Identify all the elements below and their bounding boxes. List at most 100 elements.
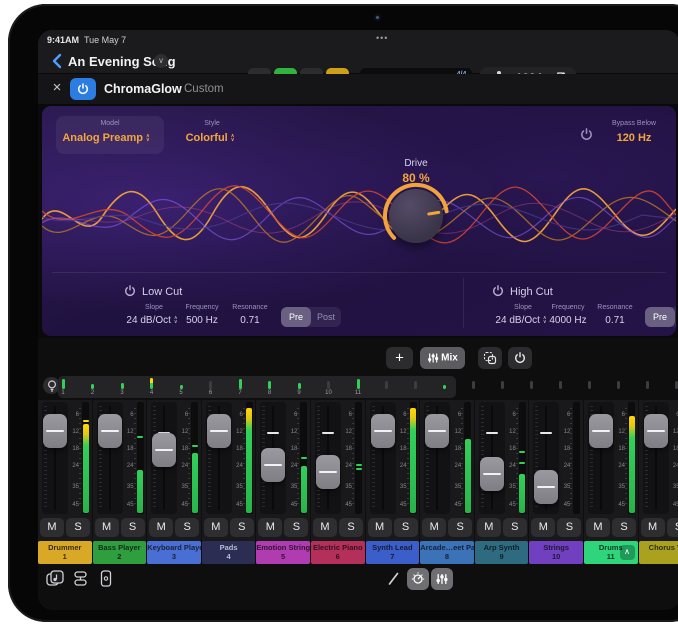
track-name-tile[interactable]: Bass Player2 [93, 541, 147, 564]
fader-track[interactable] [260, 402, 286, 514]
fader-handle[interactable] [207, 414, 231, 448]
fader-track[interactable] [206, 402, 232, 514]
close-plugin-button[interactable]: × [48, 79, 66, 96]
post-option[interactable]: Post [311, 307, 341, 327]
high-cut-resonance-value[interactable]: 0.71 [605, 315, 624, 326]
post-option[interactable]: Post [675, 307, 676, 327]
fader-handle[interactable] [425, 414, 449, 448]
track-name-tile[interactable]: Keyboard Player3 [147, 541, 201, 564]
high-cut-power-icon[interactable] [492, 285, 504, 297]
fader-track[interactable] [479, 402, 505, 514]
high-cut-pre-post-toggle[interactable]: Pre Post [645, 307, 676, 327]
fader-track[interactable] [533, 402, 559, 514]
bypass-below-value[interactable]: 120 Hz [617, 132, 652, 144]
mute-button[interactable]: M [313, 518, 337, 537]
fader-handle[interactable] [152, 433, 176, 467]
solo-button[interactable]: S [175, 518, 199, 537]
controller-icon[interactable] [100, 570, 112, 587]
solo-button[interactable]: S [394, 518, 418, 537]
fader-track[interactable] [370, 402, 396, 514]
fader-track[interactable] [42, 402, 68, 514]
low-cut-frequency-value[interactable]: 500 Hz [186, 315, 218, 326]
track-name-tile[interactable]: Electric Piano6 [311, 541, 365, 564]
fader-handle[interactable] [644, 414, 668, 448]
fader-track[interactable] [643, 402, 669, 514]
channel-power-button[interactable] [508, 347, 532, 369]
solo-button[interactable]: S [121, 518, 145, 537]
track-name-tile[interactable]: Chorus V [639, 541, 678, 564]
solo-button[interactable]: S [339, 518, 363, 537]
multitask-indicator[interactable]: ••• [376, 33, 388, 43]
plugin-power-button[interactable] [70, 78, 96, 100]
solo-button[interactable]: S [448, 518, 472, 537]
track-name-tile[interactable]: Emotion Strings5 [256, 541, 310, 564]
mute-button[interactable]: M [586, 518, 610, 537]
low-cut-slope-value[interactable]: 24 dB/Oct∧∨ [126, 315, 177, 326]
low-cut-pre-post-toggle[interactable]: Pre Post [281, 307, 341, 327]
low-cut-power-icon[interactable] [124, 285, 136, 297]
drive-knob[interactable] [382, 182, 450, 250]
mute-button[interactable]: M [641, 518, 665, 537]
track-name-tile[interactable]: Drummer1 [38, 541, 92, 564]
fader-track[interactable] [97, 402, 123, 514]
routing-icon[interactable] [72, 570, 89, 587]
mix-view-button[interactable]: Mix [420, 347, 465, 369]
plugin-preset[interactable]: Custom [184, 83, 224, 95]
track-name-tile[interactable]: Arp Synth9 [475, 541, 529, 564]
solo-button[interactable]: S [557, 518, 581, 537]
song-menu-chevron-icon[interactable]: ∨ [154, 54, 168, 68]
add-track-button[interactable]: + [386, 347, 413, 369]
fader-handle[interactable] [261, 448, 285, 482]
loop-browser-icon[interactable] [46, 570, 64, 587]
edit-pencil-icon[interactable] [386, 572, 400, 586]
tuning-button[interactable] [407, 568, 429, 590]
pre-option[interactable]: Pre [281, 307, 311, 327]
solo-button[interactable]: S [612, 518, 636, 537]
mute-button[interactable]: M [368, 518, 392, 537]
track-name-tile[interactable]: Pads4 [202, 541, 256, 564]
solo-button[interactable]: S [66, 518, 90, 537]
high-cut-slope-value[interactable]: 24 dB/Oct∧∨ [495, 315, 546, 326]
fader-handle[interactable] [534, 470, 558, 504]
track-name-tile[interactable]: Strings10 [529, 541, 583, 564]
fader-handle[interactable] [480, 457, 504, 491]
low-cut-resonance-value[interactable]: 0.71 [240, 315, 259, 326]
fader-track[interactable] [315, 402, 341, 514]
fader-area: 61218243545 [529, 400, 583, 516]
fader-handle[interactable] [98, 414, 122, 448]
fader-track[interactable] [151, 402, 177, 514]
pre-option[interactable]: Pre [645, 307, 675, 327]
chevron-up-icon[interactable]: ∧ [620, 545, 635, 560]
track-overview-ruler[interactable]: 1234567891011 [38, 376, 678, 398]
track-name-tile[interactable]: Drums11∧ [584, 541, 638, 564]
mixer-toggle-button[interactable] [431, 568, 453, 590]
fader-track[interactable] [424, 402, 450, 514]
solo-button[interactable]: S [503, 518, 527, 537]
high-cut-frequency-value[interactable]: 4000 Hz [549, 315, 586, 326]
mute-button[interactable]: M [422, 518, 446, 537]
solo-button[interactable]: S [284, 518, 308, 537]
solo-button[interactable]: S [667, 518, 678, 537]
mute-button[interactable]: M [258, 518, 282, 537]
fader-track[interactable] [588, 402, 614, 514]
mute-button[interactable]: M [149, 518, 173, 537]
mute-button[interactable]: M [95, 518, 119, 537]
fader-handle[interactable] [371, 414, 395, 448]
back-icon[interactable] [50, 52, 64, 70]
fader-handle[interactable] [316, 455, 340, 489]
solo-button[interactable]: S [230, 518, 254, 537]
mute-button[interactable]: M [40, 518, 64, 537]
fader-handle[interactable] [43, 414, 67, 448]
fader-handle[interactable] [589, 414, 613, 448]
mute-button[interactable]: M [477, 518, 501, 537]
track-name-tile[interactable]: Arcade…eet Pad8 [420, 541, 474, 564]
track-name-tile[interactable]: Synth Lead7 [366, 541, 420, 564]
mute-button[interactable]: M [204, 518, 228, 537]
high-cut-resonance-label: Resonance [597, 304, 632, 311]
model-value[interactable]: Analog Preamp∧∨ [62, 132, 149, 144]
visible-range-highlight[interactable] [58, 376, 456, 398]
style-value[interactable]: Colorful∧∨ [186, 132, 235, 144]
copy-button[interactable] [478, 347, 502, 369]
bypass-power-icon[interactable] [580, 128, 593, 141]
mute-button[interactable]: M [531, 518, 555, 537]
